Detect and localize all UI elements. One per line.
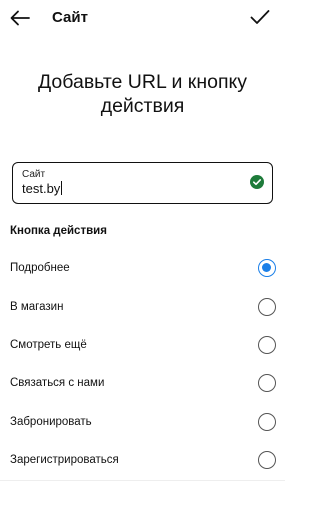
action-option-label: Связаться с нами	[10, 377, 105, 389]
page-title: Сайт	[52, 9, 88, 26]
check-circle-icon	[250, 175, 264, 189]
heading-line-2: действия	[100, 95, 185, 117]
radio-selected-icon[interactable]	[258, 259, 276, 277]
website-field-value-wrap[interactable]: test.by	[22, 181, 63, 196]
action-option-book[interactable]: Забронировать	[0, 403, 285, 441]
action-option-label: В магазин	[10, 301, 64, 313]
action-option-label: Забронировать	[10, 416, 92, 428]
action-option-shop[interactable]: В магазин	[0, 288, 285, 326]
radio-empty-icon[interactable]	[258, 451, 276, 469]
heading-line-1: Добавьте URL и кнопку	[37, 71, 248, 93]
confirm-button[interactable]	[249, 7, 271, 27]
action-option-label: Зарегистрироваться	[10, 454, 119, 466]
action-option-label: Смотреть ещё	[10, 339, 87, 351]
section-heading: Добавьте URL и кнопку действия	[18, 70, 267, 118]
radio-empty-icon[interactable]	[258, 374, 276, 392]
action-option-label: Подробнее	[10, 262, 70, 274]
arrow-left-icon	[10, 10, 30, 26]
radio-empty-icon[interactable]	[258, 298, 276, 316]
website-field[interactable]: Сайт test.by	[12, 162, 273, 204]
top-bar: Сайт	[0, 0, 285, 36]
action-option-contact-us[interactable]: Связаться с нами	[0, 364, 285, 402]
action-option-sign-up[interactable]: Зарегистрироваться	[0, 441, 285, 479]
radio-empty-icon[interactable]	[258, 336, 276, 354]
action-option-watch-more[interactable]: Смотреть ещё	[0, 326, 285, 364]
back-button[interactable]	[8, 8, 32, 28]
website-field-value[interactable]: test.by	[22, 181, 60, 196]
website-field-label: Сайт	[22, 169, 46, 180]
text-cursor	[61, 181, 63, 195]
action-section-label: Кнопка действия	[10, 225, 107, 237]
radio-empty-icon[interactable]	[258, 413, 276, 431]
action-option-learn-more[interactable]: Подробнее	[0, 249, 285, 287]
divider	[0, 480, 285, 481]
checkmark-icon	[250, 10, 270, 24]
